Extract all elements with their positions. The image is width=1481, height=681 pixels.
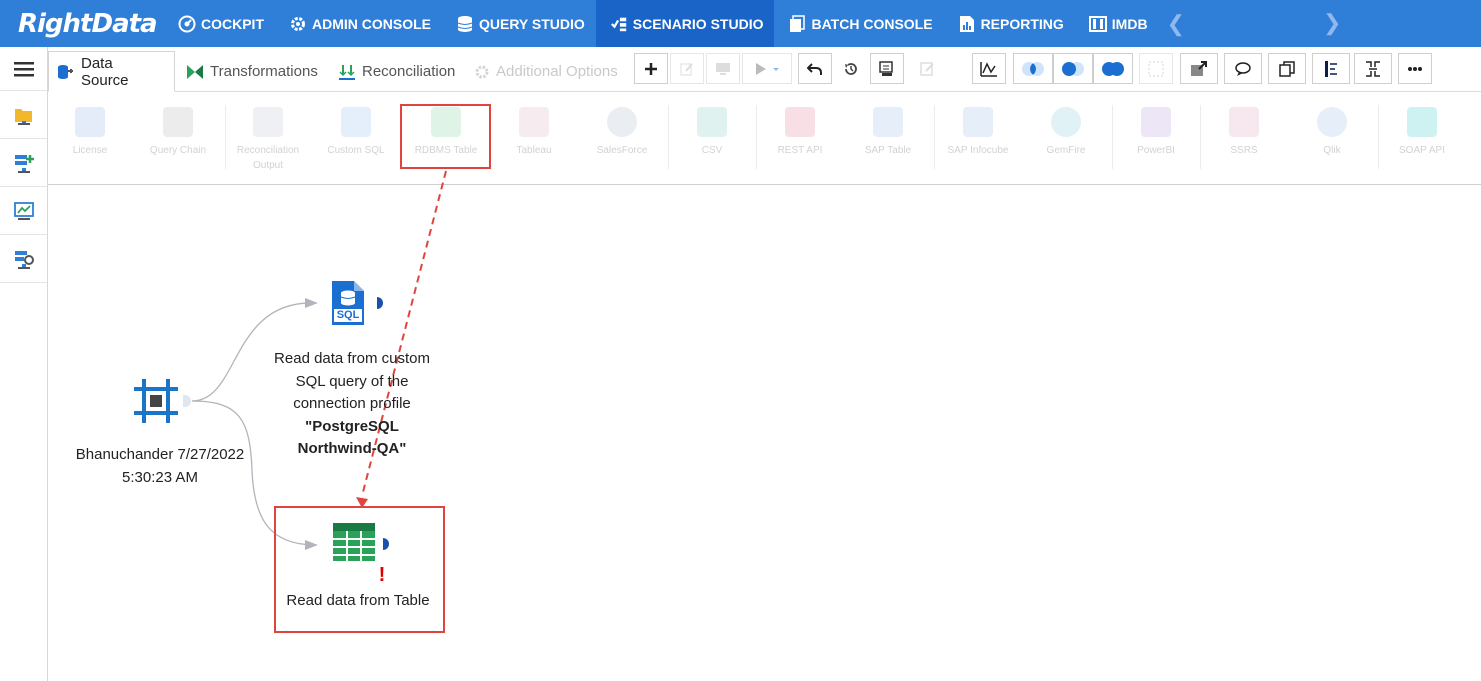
custom-sql-node[interactable]: SQL xyxy=(330,280,366,326)
rdbms-table-node[interactable] xyxy=(332,522,376,562)
start-node[interactable] xyxy=(132,377,180,425)
start-node-label: Bhanuchander 7/27/2022 5:30:23 AM xyxy=(60,444,260,489)
sql-file-icon-text: SQL xyxy=(336,309,360,321)
table-node-warning-icon: ! xyxy=(378,564,386,586)
sql-node-desc-line3: connection profile xyxy=(293,395,411,412)
rdbms-table-node-label: Read data from Table xyxy=(286,592,430,609)
start-node-author-date: Bhanuchander 7/27/2022 xyxy=(75,446,245,463)
connection-profile-name-line2: Northwind-QA" xyxy=(297,440,407,457)
sql-node-desc-line2: SQL query of the xyxy=(295,372,409,390)
table-grid-icon xyxy=(333,523,375,561)
custom-sql-node-label: Read data from custom SQL query of the c… xyxy=(252,348,452,461)
sql-node-desc-line1: Read data from custom xyxy=(274,350,430,367)
connection-profile-name-line1: "PostgreSQL xyxy=(305,417,399,435)
start-node-icon xyxy=(134,379,178,423)
start-node-time: 5:30:23 AM xyxy=(122,468,198,486)
edge-arrowhead-sql xyxy=(305,298,318,308)
canvas-connections xyxy=(191,170,447,550)
